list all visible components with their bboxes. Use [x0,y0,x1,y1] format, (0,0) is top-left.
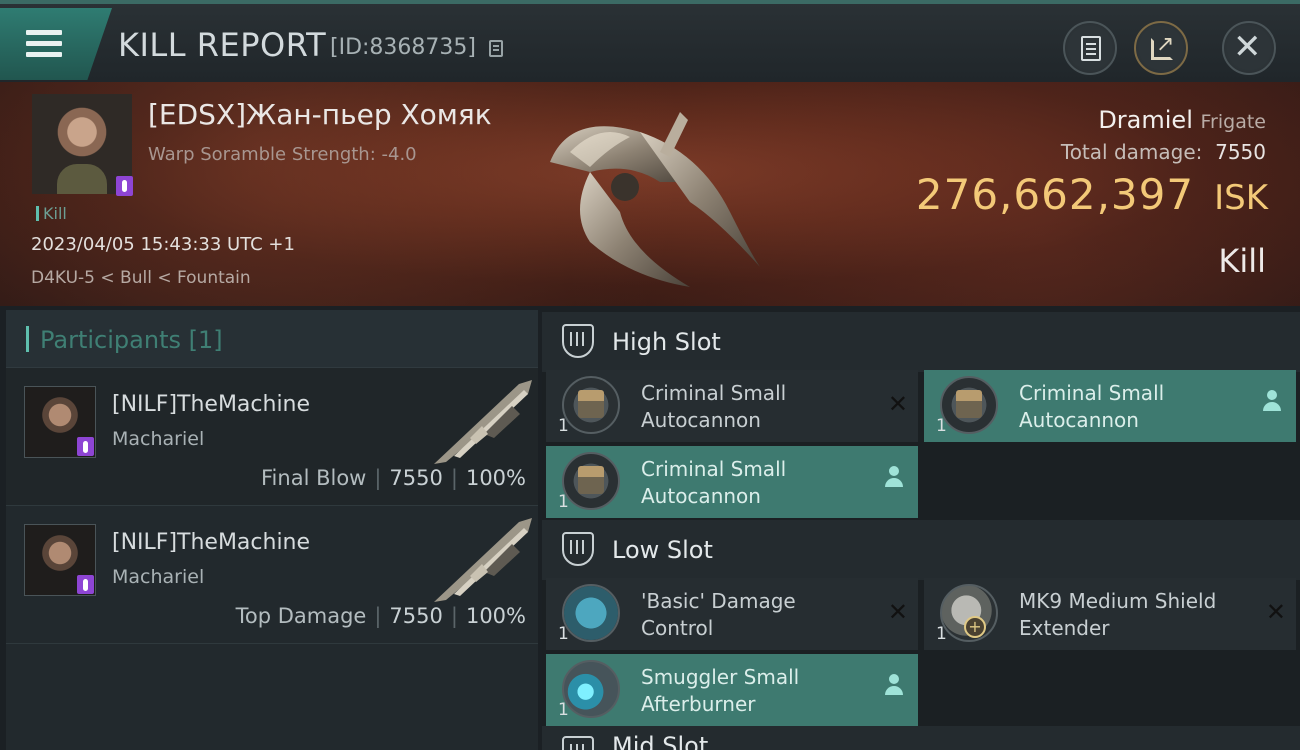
share-button[interactable] [1134,21,1188,75]
autocannon-icon [940,376,998,434]
result-label: Kill [1218,242,1266,280]
participant-stats: Final Blow | 7550 | 100% [261,466,526,490]
participant-stats: Top Damage | 7550 | 100% [235,604,526,628]
kill-datetime: 2023/04/05 15:43:33 UTC +1 [31,234,295,255]
participant-ship: Machariel [112,566,205,588]
dramiel-ship-image[interactable] [530,92,790,302]
autocannon-icon [562,376,620,434]
faction-badge-icon [116,176,133,196]
kill-location[interactable]: D4KU-5 < Bull < Fountain [31,268,251,288]
participants-header: Participants [1] [6,310,538,368]
victim-subtitle: Warp Soramble Strength: -4.0 [148,144,417,165]
clipboard-button[interactable] [1063,21,1117,75]
copy-icon[interactable] [489,40,503,57]
destroyed-icon: ✕ [887,598,908,626]
machariel-ship-icon [434,380,532,464]
kill-tag: Kill [36,204,67,223]
damage-control-icon [562,584,620,642]
dropped-person-icon [1262,390,1282,414]
plus-icon: + [964,616,986,638]
module-item[interactable]: + 1 MK9 Medium Shield Extender ✕ [924,578,1296,650]
destroyed-icon: ✕ [887,390,908,418]
autocannon-icon [562,452,620,510]
faction-badge-icon [77,437,94,456]
participants-panel: Participants [1] [NILF]TheMachine Machar… [6,310,538,750]
isk-value: 276,662,397 ISK [915,170,1268,219]
destroyed-icon: ✕ [1265,598,1286,626]
module-item[interactable]: 1 Smuggler Small Afterburner [546,654,918,726]
page-title: KILL REPORT [118,26,327,64]
afterburner-icon [562,660,620,718]
faction-badge-icon [77,575,94,594]
clipboard-icon [1081,36,1101,61]
close-button[interactable]: ✕ [1222,21,1276,75]
participant-name: [NILF]TheMachine [112,392,311,417]
victim-avatar[interactable] [32,94,133,196]
close-icon: ✕ [1233,27,1262,67]
low-slot-icon [562,532,594,566]
mid-slot-icon [562,736,594,750]
share-icon [1151,32,1174,60]
dropped-person-icon [884,466,904,490]
avatar[interactable] [24,524,96,596]
high-slot-header: High Slot [542,312,1300,372]
total-damage: Total damage: 7550 [1060,140,1266,164]
mid-slot-header: Mid Slot [542,726,1300,750]
module-item[interactable]: 1 Criminal Small Autocannon [546,446,918,518]
machariel-ship-icon [434,518,532,602]
hamburger-icon [26,30,62,63]
module-item[interactable]: 1 Criminal Small Autocannon [924,370,1296,442]
avatar[interactable] [24,386,96,458]
participant-name: [NILF]TheMachine [112,530,311,555]
dropped-person-icon [884,674,904,698]
fitting-panel: High Slot 1 Criminal Small Autocannon ✕ … [542,310,1300,750]
victim-name[interactable]: [EDSX]Жан-пьер Хомяк [148,98,492,131]
top-bar: KILL REPORT [ID:8368735] ✕ [0,0,1300,82]
module-item[interactable]: 1 Criminal Small Autocannon ✕ [546,370,918,442]
menu-button[interactable] [0,8,112,80]
participant-ship: Machariel [112,428,205,450]
high-slot-icon [562,324,594,358]
participant-card[interactable]: [NILF]TheMachine Machariel Top Damage | 75… [6,506,538,644]
victim-ship[interactable]: Dramiel Frigate [1098,106,1266,134]
low-slot-header: Low Slot [542,520,1300,580]
kill-summary: [EDSX]Жан-пьер Хомяк Warp Soramble Stren… [0,82,1300,306]
participant-card[interactable]: [NILF]TheMachine Machariel Final Blow | 75… [6,368,538,506]
report-id: [ID:8368735] [330,35,476,60]
module-item[interactable]: 1 'Basic' Damage Control ✕ [546,578,918,650]
